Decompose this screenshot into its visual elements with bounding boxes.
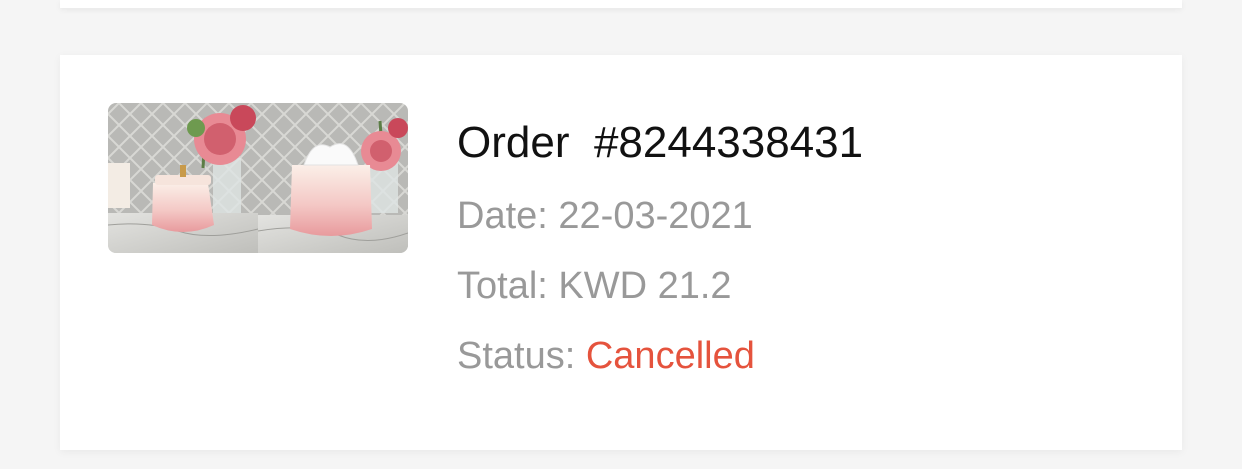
total-value: KWD 21.2 [558,265,732,307]
order-title[interactable]: Order #8244338431 [457,113,863,173]
status-label: Status: [457,335,576,377]
date-value: 22-03-2021 [558,195,753,237]
order-status: Status: Cancelled [457,329,863,383]
order-card[interactable]: Order #8244338431 Date: 22-03-2021 Total… [60,55,1182,450]
total-label: Total: [457,265,548,307]
date-label: Date: [457,195,548,237]
order-date: Date: 22-03-2021 [457,189,863,243]
order-total: Total: KWD 21.2 [457,259,863,313]
order-title-prefix: Order [457,118,570,167]
order-number: #8244338431 [593,118,864,167]
previous-order-card [60,0,1182,8]
status-value: Cancelled [585,335,755,377]
order-info: Order #8244338431 Date: 22-03-2021 Total… [457,113,863,383]
product-thumbnail [108,103,408,253]
product-thumbnail-icon [108,103,408,253]
